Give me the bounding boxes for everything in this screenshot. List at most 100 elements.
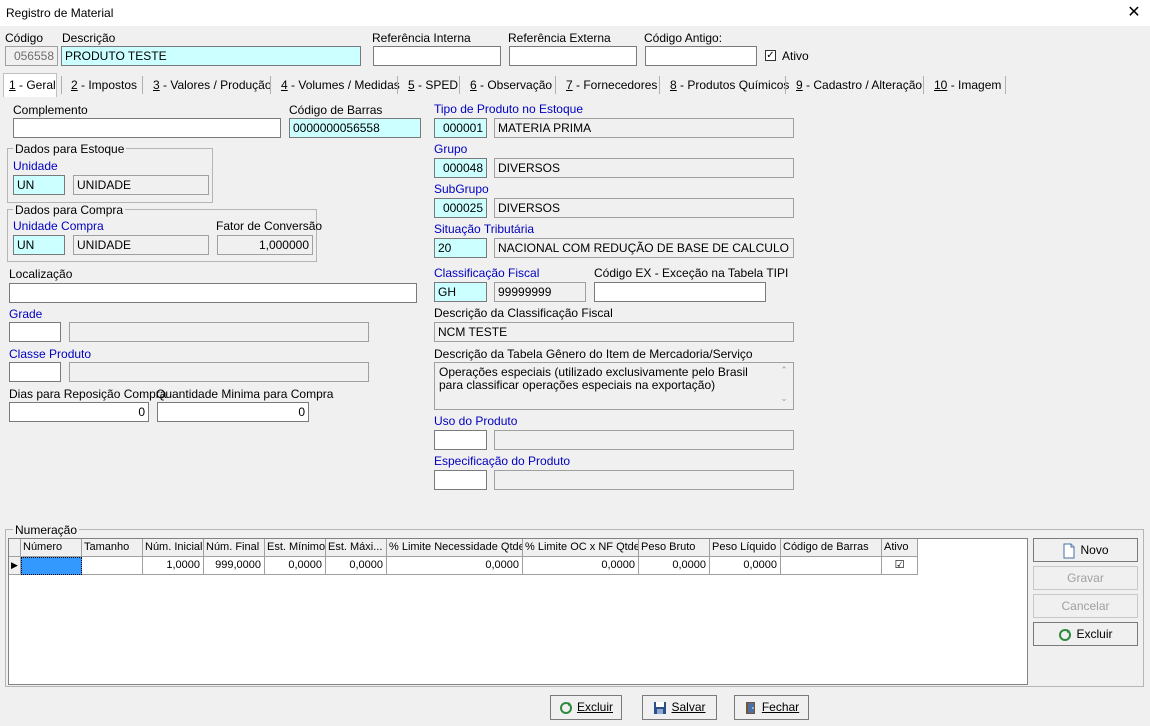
qtd-minima-label: Quantidade Minima para Compra xyxy=(156,387,334,401)
unidade-label: Unidade xyxy=(13,159,58,173)
numeracao-grid[interactable]: Número Tamanho Núm. Inicial Núm. Final E… xyxy=(8,538,1028,685)
codigo-barras-label: Código de Barras xyxy=(289,103,383,117)
fator-conversao-field: 1,000000 xyxy=(217,235,313,255)
classe-produto-label: Classe Produto xyxy=(9,347,92,361)
complemento-field[interactable] xyxy=(13,118,281,138)
scroll-down-icon[interactable]: ⌄ xyxy=(777,393,791,405)
ativo-label: Ativo xyxy=(782,49,809,63)
ref-externa-label: Referência Externa xyxy=(508,31,611,45)
unidade-compra-code-field[interactable]: UN xyxy=(13,235,65,255)
complemento-label: Complemento xyxy=(13,103,88,117)
col-limite-oc-nf[interactable]: % Limite OC x NF Qtde xyxy=(523,539,639,557)
cell-codigo-barras[interactable] xyxy=(781,557,882,575)
grupo-label: Grupo xyxy=(434,142,468,156)
col-ativo[interactable]: Ativo xyxy=(882,539,918,557)
codigo-ex-field[interactable] xyxy=(594,282,766,302)
classificacao-fiscal-code-field[interactable]: GH xyxy=(434,282,487,302)
tab-fornecedores[interactable]: 7 - Fornecedores xyxy=(561,74,662,96)
tab-cadastro-alteracao[interactable]: 9 - Cadastro / Alteração xyxy=(791,74,927,96)
ref-interna-field[interactable] xyxy=(373,46,501,66)
cell-tamanho[interactable] xyxy=(82,557,143,575)
localizacao-field[interactable] xyxy=(9,283,417,303)
subgrupo-desc-field: DIVERSOS xyxy=(494,198,794,218)
recycle-icon xyxy=(1059,628,1072,641)
grade-label: Grade xyxy=(9,307,43,321)
cell-num-final[interactable]: 999,0000 xyxy=(204,557,265,575)
descricao-label: Descrição xyxy=(62,31,116,45)
uso-produto-label: Uso do Produto xyxy=(434,414,518,428)
col-peso-liquido[interactable]: Peso Líquido xyxy=(710,539,781,557)
tipo-produto-code-field[interactable]: 000001 xyxy=(434,118,487,138)
grupo-desc-field: DIVERSOS xyxy=(494,158,794,178)
estoque-group-title: Dados para Estoque xyxy=(13,142,127,156)
ref-interna-label: Referência Interna xyxy=(372,31,471,45)
codigo-barras-field[interactable]: 0000000056558 xyxy=(289,118,421,138)
dias-reposicao-field[interactable]: 0 xyxy=(9,402,149,422)
qtd-minima-field[interactable]: 0 xyxy=(157,402,309,422)
save-icon xyxy=(654,701,667,714)
cell-num-inicial[interactable]: 1,0000 xyxy=(143,557,204,575)
grade-code-field[interactable] xyxy=(9,322,61,342)
cell-ativo-checkbox[interactable]: ☑ xyxy=(882,557,918,575)
footer-excluir-button[interactable]: Excluir xyxy=(550,695,622,720)
novo-button[interactable]: Novo xyxy=(1033,538,1138,562)
unidade-code-field[interactable]: UN xyxy=(13,175,65,195)
classificacao-fiscal-label: Classificação Fiscal xyxy=(434,266,540,280)
gravar-button[interactable]: Gravar xyxy=(1033,566,1138,590)
col-limite-necessidade[interactable]: % Limite Necessidade Qtde xyxy=(387,539,523,557)
especificacao-code-field[interactable] xyxy=(434,470,487,490)
ref-externa-field[interactable] xyxy=(509,46,637,66)
tab-geral[interactable]: 1 - Geral xyxy=(3,73,57,97)
cancelar-button[interactable]: Cancelar xyxy=(1033,594,1138,618)
tab-produtos-quimicos[interactable]: 8 - Produtos Químicos xyxy=(665,74,794,96)
recycle-icon xyxy=(559,701,572,714)
cell-limite-oc-nf[interactable]: 0,0000 xyxy=(523,557,639,575)
codigo-field[interactable]: 056558 xyxy=(5,46,58,66)
classe-produto-desc-field xyxy=(69,362,369,382)
col-num-inicial[interactable]: Núm. Inicial xyxy=(143,539,204,557)
numeracao-group-title: Numeração xyxy=(13,523,80,537)
window-title: Registro de Material xyxy=(6,6,114,20)
codigo-label: Código xyxy=(5,31,44,45)
cell-peso-bruto[interactable]: 0,0000 xyxy=(639,557,710,575)
cell-est-maximo[interactable]: 0,0000 xyxy=(326,557,387,575)
tab-impostos[interactable]: 2 - Impostos xyxy=(66,74,142,96)
ativo-checkbox[interactable]: ✓ xyxy=(765,50,776,61)
tab-volumes-medidas[interactable]: 4 - Volumes / Medidas xyxy=(276,74,405,96)
classificacao-fiscal-value-field: 99999999 xyxy=(494,282,586,302)
tab-sped[interactable]: 5 - SPED xyxy=(403,74,463,96)
tab-observacao[interactable]: 6 - Observação xyxy=(465,74,557,96)
cell-est-minimo[interactable]: 0,0000 xyxy=(265,557,326,575)
cell-peso-liquido[interactable]: 0,0000 xyxy=(710,557,781,575)
footer-salvar-button[interactable]: Salvar xyxy=(642,695,717,720)
col-peso-bruto[interactable]: Peso Bruto xyxy=(639,539,710,557)
scroll-up-icon[interactable]: ⌃ xyxy=(777,365,791,377)
descricao-field[interactable]: PRODUTO TESTE xyxy=(61,46,361,66)
codigo-ex-label: Código EX - Exceção na Tabela TIPI xyxy=(594,266,789,280)
situacao-tributaria-code-field[interactable]: 20 xyxy=(434,238,487,258)
footer-fechar-button[interactable]: Fechar xyxy=(734,695,809,720)
subgrupo-code-field[interactable]: 000025 xyxy=(434,198,487,218)
new-document-icon xyxy=(1063,543,1075,559)
classe-produto-code-field[interactable] xyxy=(9,362,61,382)
close-button[interactable]: ✕ xyxy=(1122,3,1146,23)
situacao-tributaria-desc-field: NACIONAL COM REDUÇÃO DE BASE DE CALCULO xyxy=(494,238,794,258)
localizacao-label: Localização xyxy=(9,267,73,281)
col-est-maximo[interactable]: Est. Máxi... xyxy=(326,539,387,557)
col-tamanho[interactable]: Tamanho xyxy=(82,539,143,557)
col-est-minimo[interactable]: Est. Mínimo xyxy=(265,539,326,557)
col-numero[interactable]: Número xyxy=(21,539,82,557)
cell-limite-necessidade[interactable]: 0,0000 xyxy=(387,557,523,575)
especificacao-desc-field xyxy=(494,470,794,490)
cell-numero[interactable] xyxy=(21,557,82,575)
uso-produto-code-field[interactable] xyxy=(434,430,487,450)
col-num-final[interactable]: Núm. Final xyxy=(204,539,265,557)
col-codigo-barras[interactable]: Código de Barras xyxy=(781,539,882,557)
codigo-antigo-field[interactable] xyxy=(645,46,757,66)
excluir-row-button[interactable]: Excluir xyxy=(1033,622,1138,646)
tab-imagem[interactable]: 10 - Imagem xyxy=(929,74,1006,96)
tab-valores-producao[interactable]: 3 - Valores / Produção xyxy=(148,74,277,96)
tipo-produto-desc-field: MATERIA PRIMA xyxy=(494,118,794,138)
grupo-code-field[interactable]: 000048 xyxy=(434,158,487,178)
fator-conversao-label: Fator de Conversão xyxy=(216,219,323,233)
